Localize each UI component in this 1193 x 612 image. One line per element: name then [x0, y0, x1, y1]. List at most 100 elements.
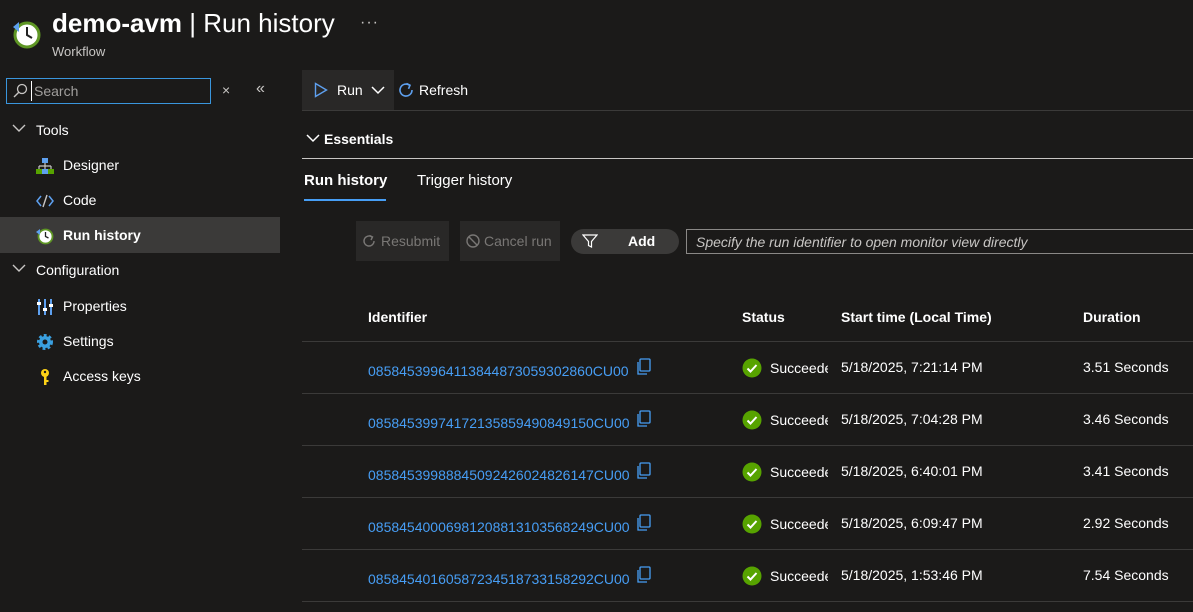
nav-group-label: Tools [36, 122, 69, 138]
column-header-status[interactable]: Status [742, 309, 785, 325]
run-identifier-box[interactable] [686, 229, 1193, 254]
duration: 2.92 Seconds [1083, 515, 1169, 531]
succeeded-check-icon [742, 566, 762, 586]
sidebar-item-label: Properties [63, 298, 127, 314]
start-time: 5/18/2025, 6:09:47 PM [841, 515, 983, 531]
copy-icon[interactable] [636, 358, 652, 376]
chevron-down-icon [12, 264, 26, 272]
run-identifier-link[interactable]: 08584539964113844873059302860CU00 [368, 363, 629, 379]
search-icon [13, 83, 28, 98]
succeeded-check-icon [742, 462, 762, 482]
resource-name: demo-avm [52, 8, 183, 38]
resubmit-label: Resubmit [381, 233, 441, 249]
clock-icon [36, 228, 54, 245]
blade-name: Run history [203, 8, 335, 38]
status-text: Succeeded [770, 568, 828, 584]
sidebar-item-run-history[interactable]: Run history [0, 217, 280, 253]
sidebar-item-label: Run history [63, 227, 141, 243]
start-time: 5/18/2025, 7:21:14 PM [841, 359, 983, 375]
duration: 7.54 Seconds [1083, 567, 1169, 583]
status-text: Succeeded [770, 412, 828, 428]
properties-icon [37, 299, 53, 315]
sidebar-item-designer[interactable]: Designer [0, 147, 280, 183]
gear-icon [37, 334, 53, 350]
sidebar-item-properties[interactable]: Properties [0, 288, 280, 324]
sidebar-item-label: Access keys [63, 368, 141, 384]
collapse-menu-button[interactable]: « [256, 80, 265, 98]
nav-group-label: Configuration [36, 262, 120, 278]
succeeded-check-icon [742, 358, 762, 378]
run-identifier-link[interactable]: 08584540160587234518733158292CU00 [368, 571, 630, 587]
page-header: demo-avm | Run history Workflow ··· [0, 0, 1193, 70]
designer-icon [36, 158, 54, 174]
refresh-button[interactable]: Refresh [396, 70, 476, 110]
filter-icon [582, 234, 598, 248]
run-button[interactable]: Run [302, 70, 394, 110]
copy-icon[interactable] [636, 462, 652, 480]
refresh-icon [399, 82, 413, 97]
duration: 3.41 Seconds [1083, 463, 1169, 479]
nav-group-tools[interactable]: Tools [0, 115, 280, 145]
run-identifier-link[interactable]: 08584540006981208813103568249CU00 [368, 519, 630, 535]
status-text: Succeeded [770, 360, 828, 376]
code-icon [36, 194, 54, 208]
cancel-run-button[interactable]: Cancel run [460, 221, 560, 261]
table-row[interactable]: 08584540006981208813103568249CU00 Succee… [302, 498, 1193, 550]
page-title: demo-avm | Run history [52, 8, 335, 39]
sidebar-item-settings[interactable]: Settings [0, 323, 280, 359]
cancel-icon [466, 234, 480, 248]
cancel-run-label: Cancel run [484, 233, 552, 249]
chevron-down-icon [371, 86, 385, 95]
tab-trigger-history[interactable]: Trigger history [417, 172, 512, 202]
logic-app-clock-icon [13, 21, 41, 49]
add-filter-label: Add [628, 233, 656, 249]
table-row[interactable]: 08584539974172135859490849150CU00 Succee… [302, 394, 1193, 446]
essentials-label: Essentials [324, 131, 394, 147]
column-header-duration[interactable]: Duration [1083, 309, 1141, 325]
column-header-identifier[interactable]: Identifier [368, 309, 427, 325]
sidebar-item-code[interactable]: Code [0, 182, 280, 218]
copy-icon[interactable] [636, 410, 652, 428]
chevron-down-icon [12, 124, 26, 132]
play-icon [314, 82, 328, 98]
sidebar-item-access-keys[interactable]: Access keys [0, 358, 280, 394]
run-button-label: Run [337, 82, 363, 98]
copy-icon[interactable] [636, 514, 652, 532]
nav-group-configuration[interactable]: Configuration [0, 255, 280, 285]
key-icon [41, 369, 49, 385]
add-filter-button[interactable]: Add [571, 229, 679, 254]
run-identifier-link[interactable]: 08584539988845092426024826147CU00 [368, 467, 630, 483]
refresh-button-label: Refresh [419, 82, 469, 98]
title-separator: | [182, 8, 204, 38]
column-header-start-time[interactable]: Start time (Local Time) [841, 309, 992, 325]
succeeded-check-icon [742, 514, 762, 534]
tab-run-history[interactable]: Run history [304, 172, 387, 202]
run-identifier-link[interactable]: 08584539974172135859490849150CU00 [368, 415, 630, 431]
run-identifier-input[interactable] [687, 230, 1193, 253]
start-time: 5/18/2025, 7:04:28 PM [841, 411, 983, 427]
search-input[interactable] [31, 81, 206, 101]
table-row[interactable]: 08584539988845092426024826147CU00 Succee… [302, 446, 1193, 498]
table-header: Identifier Status Start time (Local Time… [302, 297, 1193, 342]
clear-search-button[interactable]: × [222, 82, 236, 98]
start-time: 5/18/2025, 1:53:46 PM [841, 567, 983, 583]
chevron-down-icon [306, 134, 320, 143]
duration: 3.51 Seconds [1083, 359, 1169, 375]
resubmit-button[interactable]: Resubmit [356, 221, 449, 261]
sidebar-search[interactable] [6, 78, 211, 104]
start-time: 5/18/2025, 6:40:01 PM [841, 463, 983, 479]
table-row[interactable]: 08584540160587234518733158292CU00 Succee… [302, 550, 1193, 602]
succeeded-check-icon [742, 410, 762, 430]
table-row[interactable]: 08584539964113844873059302860CU00 Succee… [302, 342, 1193, 394]
resource-type: Workflow [52, 44, 106, 59]
command-bar: Run Refresh [302, 70, 1193, 111]
copy-icon[interactable] [636, 566, 652, 584]
duration: 3.46 Seconds [1083, 411, 1169, 427]
sidebar-item-label: Designer [63, 157, 120, 173]
resubmit-icon [363, 234, 375, 247]
sidebar-item-label: Code [63, 192, 97, 208]
status-text: Succeeded [770, 464, 828, 480]
more-options-button[interactable]: ··· [360, 14, 379, 32]
essentials-toggle[interactable]: Essentials [302, 122, 1193, 159]
status-text: Succeeded [770, 516, 828, 532]
